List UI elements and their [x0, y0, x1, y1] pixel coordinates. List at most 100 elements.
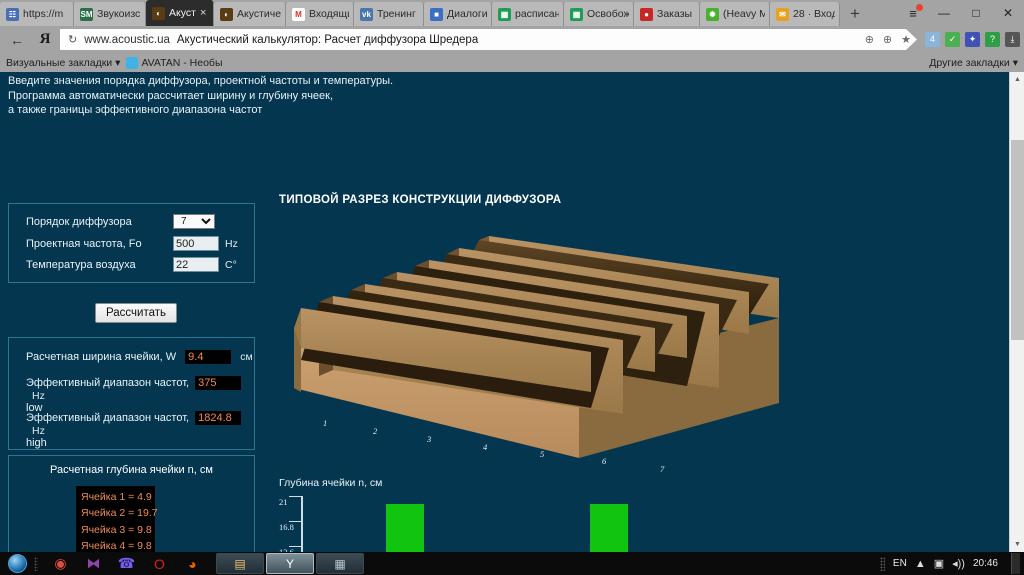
browser-tab-6[interactable]: ■ Диалоги [424, 2, 492, 26]
maximize-button[interactable]: □ [960, 0, 992, 26]
vk-icon: vk [360, 7, 373, 21]
frequency-input[interactable] [173, 236, 219, 251]
download-icon[interactable]: ⤓ [1005, 32, 1020, 47]
start-button[interactable] [0, 552, 34, 575]
yandex-logo-icon: Я [39, 31, 51, 47]
chart-y-axis [301, 496, 303, 552]
new-tab-button[interactable]: + [840, 2, 870, 26]
browser-tab-7[interactable]: ▦ расписан [492, 2, 564, 26]
address-bar[interactable]: ↻ www.acoustic.ua Акустический калькулят… [60, 29, 917, 50]
download-ext-icon[interactable]: ? [985, 32, 1000, 47]
show-hidden-icons-button[interactable]: ▲ [915, 558, 926, 570]
temperature-row: Температура воздуха C° [26, 257, 237, 272]
taskbar-windows: ▤ Y ▦ [215, 553, 365, 574]
opera-icon[interactable]: O [143, 552, 176, 575]
extension-icons: 4 ✓ ✦? ⤓ [919, 32, 1020, 47]
browser-tab-2[interactable]: ◐ Акусти × [146, 0, 214, 26]
cell-number-1: 1 [323, 418, 328, 428]
diffuser-diagram: 1 2 3 4 5 6 7 [279, 208, 799, 474]
browser-tab-5[interactable]: vk Тренинг [354, 2, 424, 26]
language-indicator[interactable]: EN [893, 558, 907, 569]
back-button[interactable]: ← [4, 29, 30, 51]
cell-number-3: 3 [427, 434, 432, 444]
browser-tab-3[interactable]: ◐ Акустиче [214, 2, 286, 26]
tab-label: Входящи [309, 8, 349, 20]
viber-icon-glyph: ☎ [117, 555, 136, 571]
browser-menu-button[interactable]: ≡ [898, 0, 928, 26]
y-tick-mark-0 [289, 496, 303, 497]
yandex-browser-window[interactable]: Y [266, 553, 314, 574]
show-desktop-button[interactable] [1011, 553, 1020, 574]
vertical-scrollbar[interactable]: ▲ ▼ [1009, 72, 1024, 552]
visual-bookmarks-button[interactable]: Визуальные закладки ▾ [6, 57, 120, 69]
clock[interactable]: 20:46 [973, 558, 998, 569]
grip-dots-icon [34, 556, 38, 571]
calculate-button[interactable]: Рассчитать [95, 303, 178, 323]
yandex-home-button[interactable]: Я [32, 29, 58, 51]
page-body: Введите значения порядка диффузора, прое… [0, 72, 1009, 552]
close-window-button[interactable]: ✕ [992, 0, 1024, 26]
calculator-window[interactable]: ▦ [316, 553, 364, 574]
order-row: Порядок диффузора 571113171923 [26, 214, 215, 229]
low-value: 375 [195, 376, 242, 390]
viber-icon[interactable]: ☎ [110, 552, 143, 575]
chart-title: Глубина ячейки n, см [279, 477, 383, 489]
scroll-down-arrow-icon[interactable]: ▼ [1010, 537, 1024, 552]
results-panel: Расчетная ширина ячейки, W 9.4 см Эффект… [8, 337, 255, 450]
explorer-window[interactable]: ▤ [216, 553, 264, 574]
y-tick-label-1: 16.8 [279, 522, 294, 533]
browser-tab-1[interactable]: SM Звукоизс [74, 2, 146, 26]
tray-grip-icon[interactable] [879, 556, 885, 571]
chrome-icon[interactable]: ◉ [44, 552, 77, 575]
tab-label: Акустиче [237, 8, 281, 20]
dmm-icon[interactable]: ⧓ [77, 552, 110, 575]
maximize-icon: □ [972, 6, 980, 20]
low-result-row: Эффективный диапазон частот, 375 Hz low [26, 376, 251, 414]
quick-launch-grip[interactable] [34, 556, 44, 571]
y-tick-label-0: 21 [279, 497, 288, 507]
browser-tab-4[interactable]: M Входящи [286, 2, 354, 26]
chevron-down-icon: ▾ [1012, 56, 1018, 69]
tab-close-icon[interactable]: × [200, 7, 209, 19]
volume-icon[interactable]: ◂)) [952, 557, 965, 570]
translate-icon[interactable]: ⊕ [883, 33, 892, 46]
browser-tab-9[interactable]: ● Заказы [634, 2, 700, 26]
diffuser-order-select[interactable]: 571113171923 [173, 214, 215, 229]
turbo-icon[interactable]: 4 [925, 32, 940, 47]
browser-tab-0[interactable]: ☷ https://m [0, 2, 74, 26]
puzzle-icon[interactable]: ✦ [965, 32, 980, 47]
bookmarks-bar: Визуальные закладки ▾ AVATAN - Необы Дру… [0, 53, 1024, 72]
network-icon[interactable]: ▣ [934, 557, 944, 570]
browser-tab-8[interactable]: ▦ Освобож [564, 2, 634, 26]
browser-tab-10[interactable]: ✹ (Heavy M [700, 2, 770, 26]
intro-text: Введите значения порядка диффузора, прое… [8, 74, 393, 118]
tab-label: 28 · Вход [793, 8, 835, 20]
other-bookmarks-label: Другие закладки [929, 56, 1010, 69]
globe-icon: ☷ [6, 7, 19, 21]
page-viewport: Введите значения порядка диффузора, прое… [0, 72, 1024, 552]
scrollbar-thumb[interactable] [1011, 140, 1024, 340]
bookmark-avatan[interactable]: AVATAN - Необы [126, 56, 222, 69]
mask-icon: ● [640, 7, 653, 21]
minimize-button[interactable]: — [928, 0, 960, 26]
scroll-up-arrow-icon[interactable]: ▲ [1010, 72, 1024, 87]
shield-icon[interactable]: ✓ [945, 32, 960, 47]
tab-label: Тренинг [377, 8, 416, 20]
other-bookmarks-button[interactable]: Другие закладки ▾ [929, 57, 1018, 69]
sm-icon: SM [80, 7, 93, 21]
high-result-row: Эффективный диапазон частот, 1824.8 Hz h… [26, 411, 251, 449]
sheets-icon: ▦ [498, 7, 511, 21]
browser-tab-11[interactable]: ✉ 28 · Вход [770, 2, 840, 26]
bookmark-star-icon[interactable]: ★ [901, 33, 911, 46]
tab-label: Звукоизс [97, 8, 141, 20]
temperature-input[interactable] [173, 257, 219, 272]
width-label: Расчетная ширина ячейки, W [26, 351, 177, 363]
diagram-section-title: ТИПОВОЙ РАЗРЕЗ КОНСТРУКЦИИ ДИФФУЗОРА [279, 194, 562, 206]
cell-number-5: 5 [540, 449, 545, 459]
zoom-icon[interactable]: ⊕ [865, 33, 874, 46]
chart-bar-2 [386, 503, 424, 552]
url-text: www.acoustic.ua [84, 33, 170, 46]
chevron-down-icon: ▾ [115, 56, 121, 69]
reload-icon[interactable]: ↻ [68, 33, 77, 46]
firefox-icon[interactable]: ◕ [176, 552, 209, 575]
